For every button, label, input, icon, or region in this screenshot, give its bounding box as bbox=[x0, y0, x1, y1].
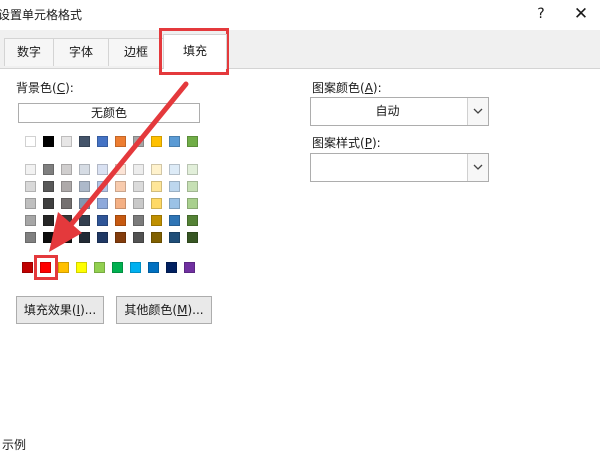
help-button[interactable]: ? bbox=[528, 4, 554, 26]
theme-shade-swatch[interactable] bbox=[79, 198, 90, 209]
tab-font[interactable]: 字体 bbox=[53, 38, 109, 66]
standard-color-swatch[interactable] bbox=[58, 262, 69, 273]
theme-shade-swatch[interactable] bbox=[151, 198, 162, 209]
theme-shade-swatch[interactable] bbox=[43, 181, 54, 192]
title-bar: 设置单元格格式 ? ✕ bbox=[0, 0, 600, 30]
theme-shade-swatch[interactable] bbox=[79, 232, 90, 243]
theme-shade-swatch[interactable] bbox=[79, 215, 90, 226]
close-button[interactable]: ✕ bbox=[568, 4, 594, 26]
theme-shade-swatch[interactable] bbox=[61, 164, 72, 175]
fill-effects-button[interactable]: 填充效果(I)... bbox=[16, 296, 104, 324]
chevron-down-icon bbox=[473, 164, 483, 170]
theme-shade-swatch[interactable] bbox=[97, 232, 108, 243]
theme-shade-swatch[interactable] bbox=[187, 215, 198, 226]
theme-shade-swatch[interactable] bbox=[43, 164, 54, 175]
pattern-style-value bbox=[311, 154, 464, 181]
theme-color-swatch[interactable] bbox=[25, 136, 36, 147]
theme-shade-swatch[interactable] bbox=[43, 232, 54, 243]
theme-color-swatch[interactable] bbox=[133, 136, 144, 147]
theme-shade-swatch[interactable] bbox=[151, 215, 162, 226]
standard-color-swatch[interactable] bbox=[76, 262, 87, 273]
theme-shade-swatch[interactable] bbox=[115, 198, 126, 209]
theme-shade-swatch[interactable] bbox=[133, 164, 144, 175]
theme-shade-swatch[interactable] bbox=[79, 181, 90, 192]
pattern-style-label: 图案样式(P): bbox=[312, 136, 381, 150]
theme-shade-swatch[interactable] bbox=[25, 232, 36, 243]
pattern-style-dropdown-toggle[interactable] bbox=[467, 154, 488, 181]
theme-shade-swatch[interactable] bbox=[79, 164, 90, 175]
theme-shade-swatch[interactable] bbox=[115, 215, 126, 226]
pattern-color-label: 图案颜色(A): bbox=[312, 81, 382, 95]
theme-color-swatch[interactable] bbox=[169, 136, 180, 147]
theme-shade-swatch[interactable] bbox=[169, 232, 180, 243]
theme-shade-swatch[interactable] bbox=[187, 198, 198, 209]
theme-shade-swatch[interactable] bbox=[169, 215, 180, 226]
theme-shade-swatch[interactable] bbox=[25, 215, 36, 226]
theme-shade-swatch[interactable] bbox=[151, 164, 162, 175]
theme-shade-swatch[interactable] bbox=[133, 198, 144, 209]
theme-color-swatch[interactable] bbox=[97, 136, 108, 147]
pattern-style-dropdown[interactable] bbox=[310, 153, 489, 182]
theme-shade-swatch[interactable] bbox=[133, 181, 144, 192]
tab-border[interactable]: 边框 bbox=[108, 38, 164, 66]
theme-shade-swatch[interactable] bbox=[169, 181, 180, 192]
background-color-label: 背景色(C): bbox=[16, 81, 74, 95]
theme-color-swatch[interactable] bbox=[151, 136, 162, 147]
pattern-color-value: 自动 bbox=[375, 104, 400, 118]
theme-color-swatch[interactable] bbox=[79, 136, 90, 147]
standard-color-swatch[interactable] bbox=[148, 262, 159, 273]
no-color-button[interactable]: 无颜色 bbox=[18, 103, 200, 123]
theme-shade-swatch[interactable] bbox=[169, 164, 180, 175]
theme-shade-swatch[interactable] bbox=[97, 164, 108, 175]
sample-label: 示例 bbox=[2, 438, 27, 452]
theme-shade-swatch[interactable] bbox=[187, 181, 198, 192]
theme-shade-swatch[interactable] bbox=[115, 164, 126, 175]
theme-shade-swatch[interactable] bbox=[25, 198, 36, 209]
theme-shade-swatch[interactable] bbox=[97, 181, 108, 192]
standard-color-swatch[interactable] bbox=[130, 262, 141, 273]
theme-shade-swatch[interactable] bbox=[97, 198, 108, 209]
theme-shade-swatch[interactable] bbox=[43, 215, 54, 226]
more-colors-button[interactable]: 其他颜色(M)... bbox=[116, 296, 212, 324]
chevron-down-icon bbox=[473, 108, 483, 114]
close-icon: ✕ bbox=[573, 4, 589, 24]
theme-shade-swatch[interactable] bbox=[61, 232, 72, 243]
theme-shade-swatch[interactable] bbox=[151, 232, 162, 243]
help-icon: ? bbox=[537, 6, 545, 22]
theme-shade-swatch[interactable] bbox=[43, 198, 54, 209]
theme-shade-swatch[interactable] bbox=[25, 181, 36, 192]
theme-shade-swatch[interactable] bbox=[187, 164, 198, 175]
theme-shade-swatch[interactable] bbox=[115, 181, 126, 192]
theme-shade-swatch[interactable] bbox=[61, 181, 72, 192]
theme-color-swatch[interactable] bbox=[115, 136, 126, 147]
theme-shade-swatch[interactable] bbox=[61, 198, 72, 209]
standard-color-swatch[interactable] bbox=[184, 262, 195, 273]
pattern-color-dropdown[interactable]: 自动 bbox=[310, 97, 489, 126]
standard-color-swatch[interactable] bbox=[22, 262, 33, 273]
theme-shade-swatch[interactable] bbox=[151, 181, 162, 192]
pattern-color-dropdown-toggle[interactable] bbox=[467, 98, 488, 125]
standard-color-swatch[interactable] bbox=[94, 262, 105, 273]
theme-shade-swatch[interactable] bbox=[61, 215, 72, 226]
theme-shade-swatch[interactable] bbox=[133, 232, 144, 243]
tab-strip: 数字 字体 边框 填充 bbox=[0, 30, 600, 69]
standard-color-swatch[interactable] bbox=[166, 262, 177, 273]
theme-shade-swatch[interactable] bbox=[115, 232, 126, 243]
tab-number[interactable]: 数字 bbox=[4, 38, 54, 66]
theme-shade-swatch[interactable] bbox=[25, 164, 36, 175]
tab-fill[interactable]: 填充 bbox=[163, 34, 227, 69]
theme-color-swatch[interactable] bbox=[187, 136, 198, 147]
dialog-title: 设置单元格格式 bbox=[0, 8, 83, 22]
theme-shade-swatch[interactable] bbox=[97, 215, 108, 226]
theme-color-swatch[interactable] bbox=[43, 136, 54, 147]
standard-color-swatch[interactable] bbox=[112, 262, 123, 273]
standard-color-swatch-red[interactable] bbox=[40, 262, 51, 273]
theme-shade-swatch[interactable] bbox=[169, 198, 180, 209]
theme-color-swatch[interactable] bbox=[61, 136, 72, 147]
theme-shade-swatch[interactable] bbox=[187, 232, 198, 243]
theme-shade-swatch[interactable] bbox=[133, 215, 144, 226]
